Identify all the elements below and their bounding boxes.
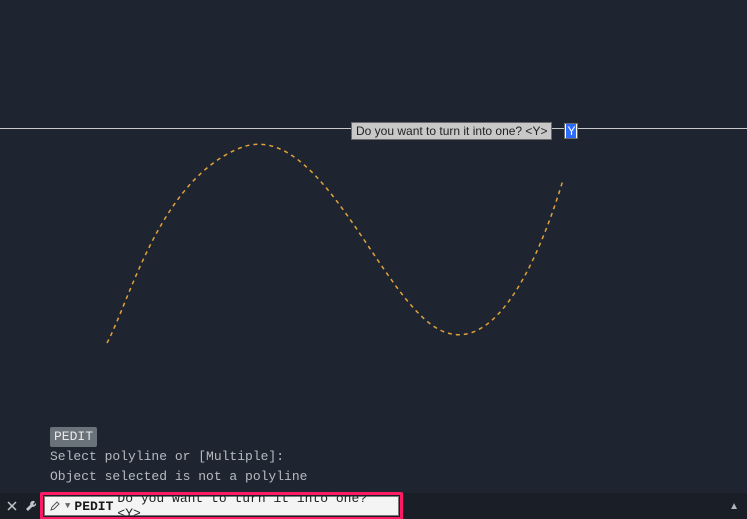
text-cursor-icon: [554, 123, 562, 139]
customize-button[interactable]: [24, 498, 40, 514]
command-name: PEDIT: [74, 499, 113, 514]
chevron-up-icon: ▲: [729, 501, 739, 512]
wrench-icon: [25, 499, 39, 513]
dynamic-input-tooltip: Do you want to turn it into one? <Y> Y: [351, 122, 578, 140]
close-icon: [7, 501, 17, 511]
command-input-icon: [49, 500, 61, 512]
pencil-icon: [49, 500, 61, 512]
history-line-0: PEDIT: [50, 427, 307, 447]
command-prompt-text: Do you want to turn it into one? <Y>: [117, 491, 394, 519]
command-line-bar: ▼ PEDIT Do you want to turn it into one?…: [0, 493, 747, 519]
dynamic-input-prompt: Do you want to turn it into one? <Y>: [351, 122, 552, 140]
expand-history-button[interactable]: ▲: [725, 501, 743, 512]
curve-path: [107, 144, 563, 343]
dynamic-input-field[interactable]: Y: [564, 123, 578, 139]
command-badge: PEDIT: [50, 427, 97, 447]
command-history: PEDIT Select polyline or [Multiple]: Obj…: [50, 427, 307, 487]
command-line-input[interactable]: ▼ PEDIT Do you want to turn it into one?…: [44, 496, 399, 516]
history-line-2: Object selected is not a polyline: [50, 467, 307, 487]
dynamic-input-value: Y: [566, 124, 576, 138]
close-commandline-button[interactable]: [4, 498, 20, 514]
selected-curve: [0, 0, 747, 400]
chevron-down-icon[interactable]: ▼: [65, 501, 70, 511]
history-line-1: Select polyline or [Multiple]:: [50, 447, 307, 467]
